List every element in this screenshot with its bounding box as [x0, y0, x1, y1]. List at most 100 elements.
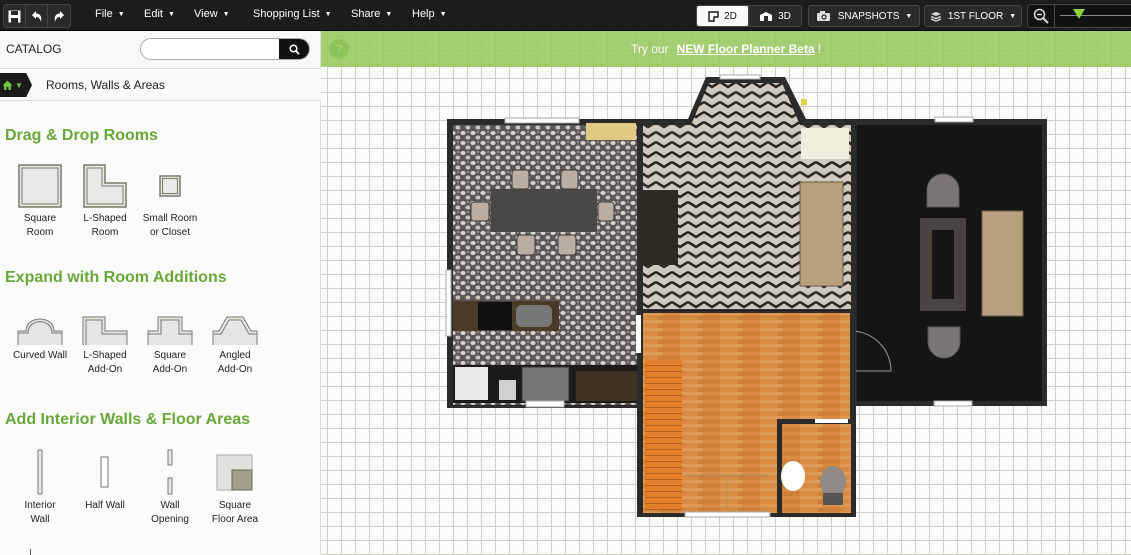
undo-button[interactable] — [26, 5, 48, 27]
scroll-indicator — [30, 549, 31, 555]
zoom-out-button[interactable] — [1030, 6, 1052, 26]
snapshots-button[interactable]: SNAPSHOTS ▼ — [808, 5, 920, 27]
media-cabinet — [641, 190, 678, 265]
save-icon — [8, 10, 21, 23]
range-hood — [521, 366, 570, 402]
catalog-search-input[interactable] — [149, 39, 287, 59]
item-label: Square Room — [23, 213, 57, 238]
menu-view[interactable]: View ▼ — [194, 8, 230, 20]
menu-file[interactable]: File ▼ — [95, 8, 125, 20]
snapshots-label: SNAPSHOTS — [837, 10, 900, 22]
catalog-item-square-room[interactable]: Square Room — [8, 164, 72, 240]
refrigerator — [455, 367, 488, 400]
layers-icon — [930, 11, 942, 22]
window — [934, 116, 974, 123]
item-label: Interior Wall — [24, 500, 56, 525]
counter — [576, 371, 637, 401]
undo-icon — [32, 10, 42, 22]
camera-icon — [816, 11, 830, 21]
catalog-item-l-shaped-room[interactable]: L-Shaped Room — [73, 164, 137, 240]
window — [933, 400, 973, 407]
dining-kitchen-room[interactable] — [445, 117, 640, 408]
menu-shopping-list[interactable]: Shopping List ▼ — [253, 8, 332, 20]
menu-edit[interactable]: Edit ▼ — [144, 8, 175, 20]
interior-wall-icon — [37, 449, 43, 495]
view-3d-button[interactable]: 3D — [749, 6, 801, 26]
bathroom[interactable] — [777, 419, 856, 517]
search-icon — [288, 43, 300, 55]
menu-view-label: View — [194, 8, 218, 20]
section-title-additions: Expand with Room Additions — [5, 269, 227, 286]
living-room-zebra[interactable] — [637, 74, 857, 315]
menu-share-label: Share — [351, 8, 381, 20]
redo-button[interactable] — [48, 5, 70, 27]
menu-shopping-list-label: Shopping List — [253, 8, 320, 20]
item-label: Half Wall — [85, 500, 125, 511]
catalog-item-square-addon[interactable]: Square Add-On — [138, 313, 202, 377]
sofa — [981, 210, 1024, 317]
item-label: L-Shaped Room — [83, 213, 127, 238]
item-label: Square Add-On — [152, 350, 188, 375]
menu-file-label: File — [95, 8, 113, 20]
floorplan-canvas[interactable]: ? Try our NEW Floor Planner Beta ! — [321, 31, 1131, 555]
catalog-item-interior-wall[interactable]: Interior Wall — [8, 449, 72, 527]
bay-window — [719, 74, 761, 80]
small-room-icon — [159, 175, 181, 197]
catalog-item-wall-opening[interactable]: Wall Opening — [138, 449, 202, 527]
bathroom-door — [815, 419, 848, 423]
file-actions-group — [3, 4, 71, 28]
wall-opening-icon — [167, 449, 173, 495]
menu-help-label: Help — [412, 8, 435, 20]
redo-icon — [54, 10, 64, 22]
family-room-dark[interactable] — [849, 116, 1047, 407]
l-shaped-addon-icon — [82, 316, 128, 345]
menu-help[interactable]: Help ▼ — [412, 8, 447, 20]
item-label: Wall Opening — [151, 500, 189, 525]
sideboard — [586, 123, 636, 140]
floor-plan — [445, 74, 1047, 518]
section-title-rooms: Drag & Drop Rooms — [5, 127, 158, 144]
caret-down-icon: ▼ — [15, 80, 23, 90]
catalog-title: CATALOG — [6, 42, 62, 56]
side-table — [801, 128, 849, 159]
catalog-item-l-shaped-addon[interactable]: L-Shaped Add-On — [73, 313, 137, 377]
caret-down-icon: ▼ — [385, 10, 393, 18]
window — [525, 400, 565, 408]
item-label: L-Shaped Add-On — [83, 350, 127, 375]
view-2d-button[interactable]: 2D — [697, 6, 750, 26]
floorplan-2d-icon — [708, 10, 719, 22]
caret-down-icon: ▼ — [905, 12, 913, 20]
view-3d-label: 3D — [778, 10, 791, 22]
square-room-icon — [18, 164, 62, 208]
breadcrumb-home-button[interactable]: ▼ — [0, 73, 32, 97]
floor-selector[interactable]: 1ST FLOOR ▼ — [924, 5, 1022, 27]
catalog-search — [140, 38, 310, 60]
zoom-out-icon — [1033, 8, 1049, 24]
save-button[interactable] — [4, 5, 26, 27]
dining-table — [491, 189, 597, 232]
catalog-item-square-floor-area[interactable]: Square Floor Area — [203, 449, 267, 527]
item-label: Square Floor Area — [211, 500, 259, 525]
trash-bin — [499, 380, 516, 400]
bathroom-sink — [781, 461, 805, 491]
l-shaped-room-icon — [83, 164, 127, 208]
menu-share[interactable]: Share ▼ — [351, 8, 392, 20]
zoom-slider[interactable] — [1060, 9, 1131, 19]
catalog-item-small-room[interactable]: Small Room or Closet — [138, 164, 202, 240]
catalog-item-curved-wall[interactable]: Curved Wall — [8, 313, 72, 363]
zoom-slider-thumb[interactable] — [1073, 9, 1085, 19]
section-title-interior: Add Interior Walls & Floor Areas — [5, 411, 251, 428]
curved-wall-icon — [17, 318, 63, 345]
floor-label: 1ST FLOOR — [947, 10, 1004, 22]
catalog-item-half-wall[interactable]: Half Wall — [73, 449, 137, 513]
sofa — [799, 181, 844, 287]
square-floor-area-icon — [216, 454, 253, 491]
armchair-top — [926, 173, 960, 208]
catalog-item-angled-addon[interactable]: Angled Add-On — [203, 313, 267, 377]
search-button[interactable] — [279, 39, 309, 59]
armchair-bottom — [927, 326, 961, 359]
square-addon-icon — [147, 316, 193, 345]
catalog-sidebar: CATALOG ▼ Rooms, Walls & Areas Drag & Dr… — [0, 31, 321, 555]
staircase — [645, 360, 682, 510]
caret-down-icon: ▼ — [324, 10, 332, 18]
